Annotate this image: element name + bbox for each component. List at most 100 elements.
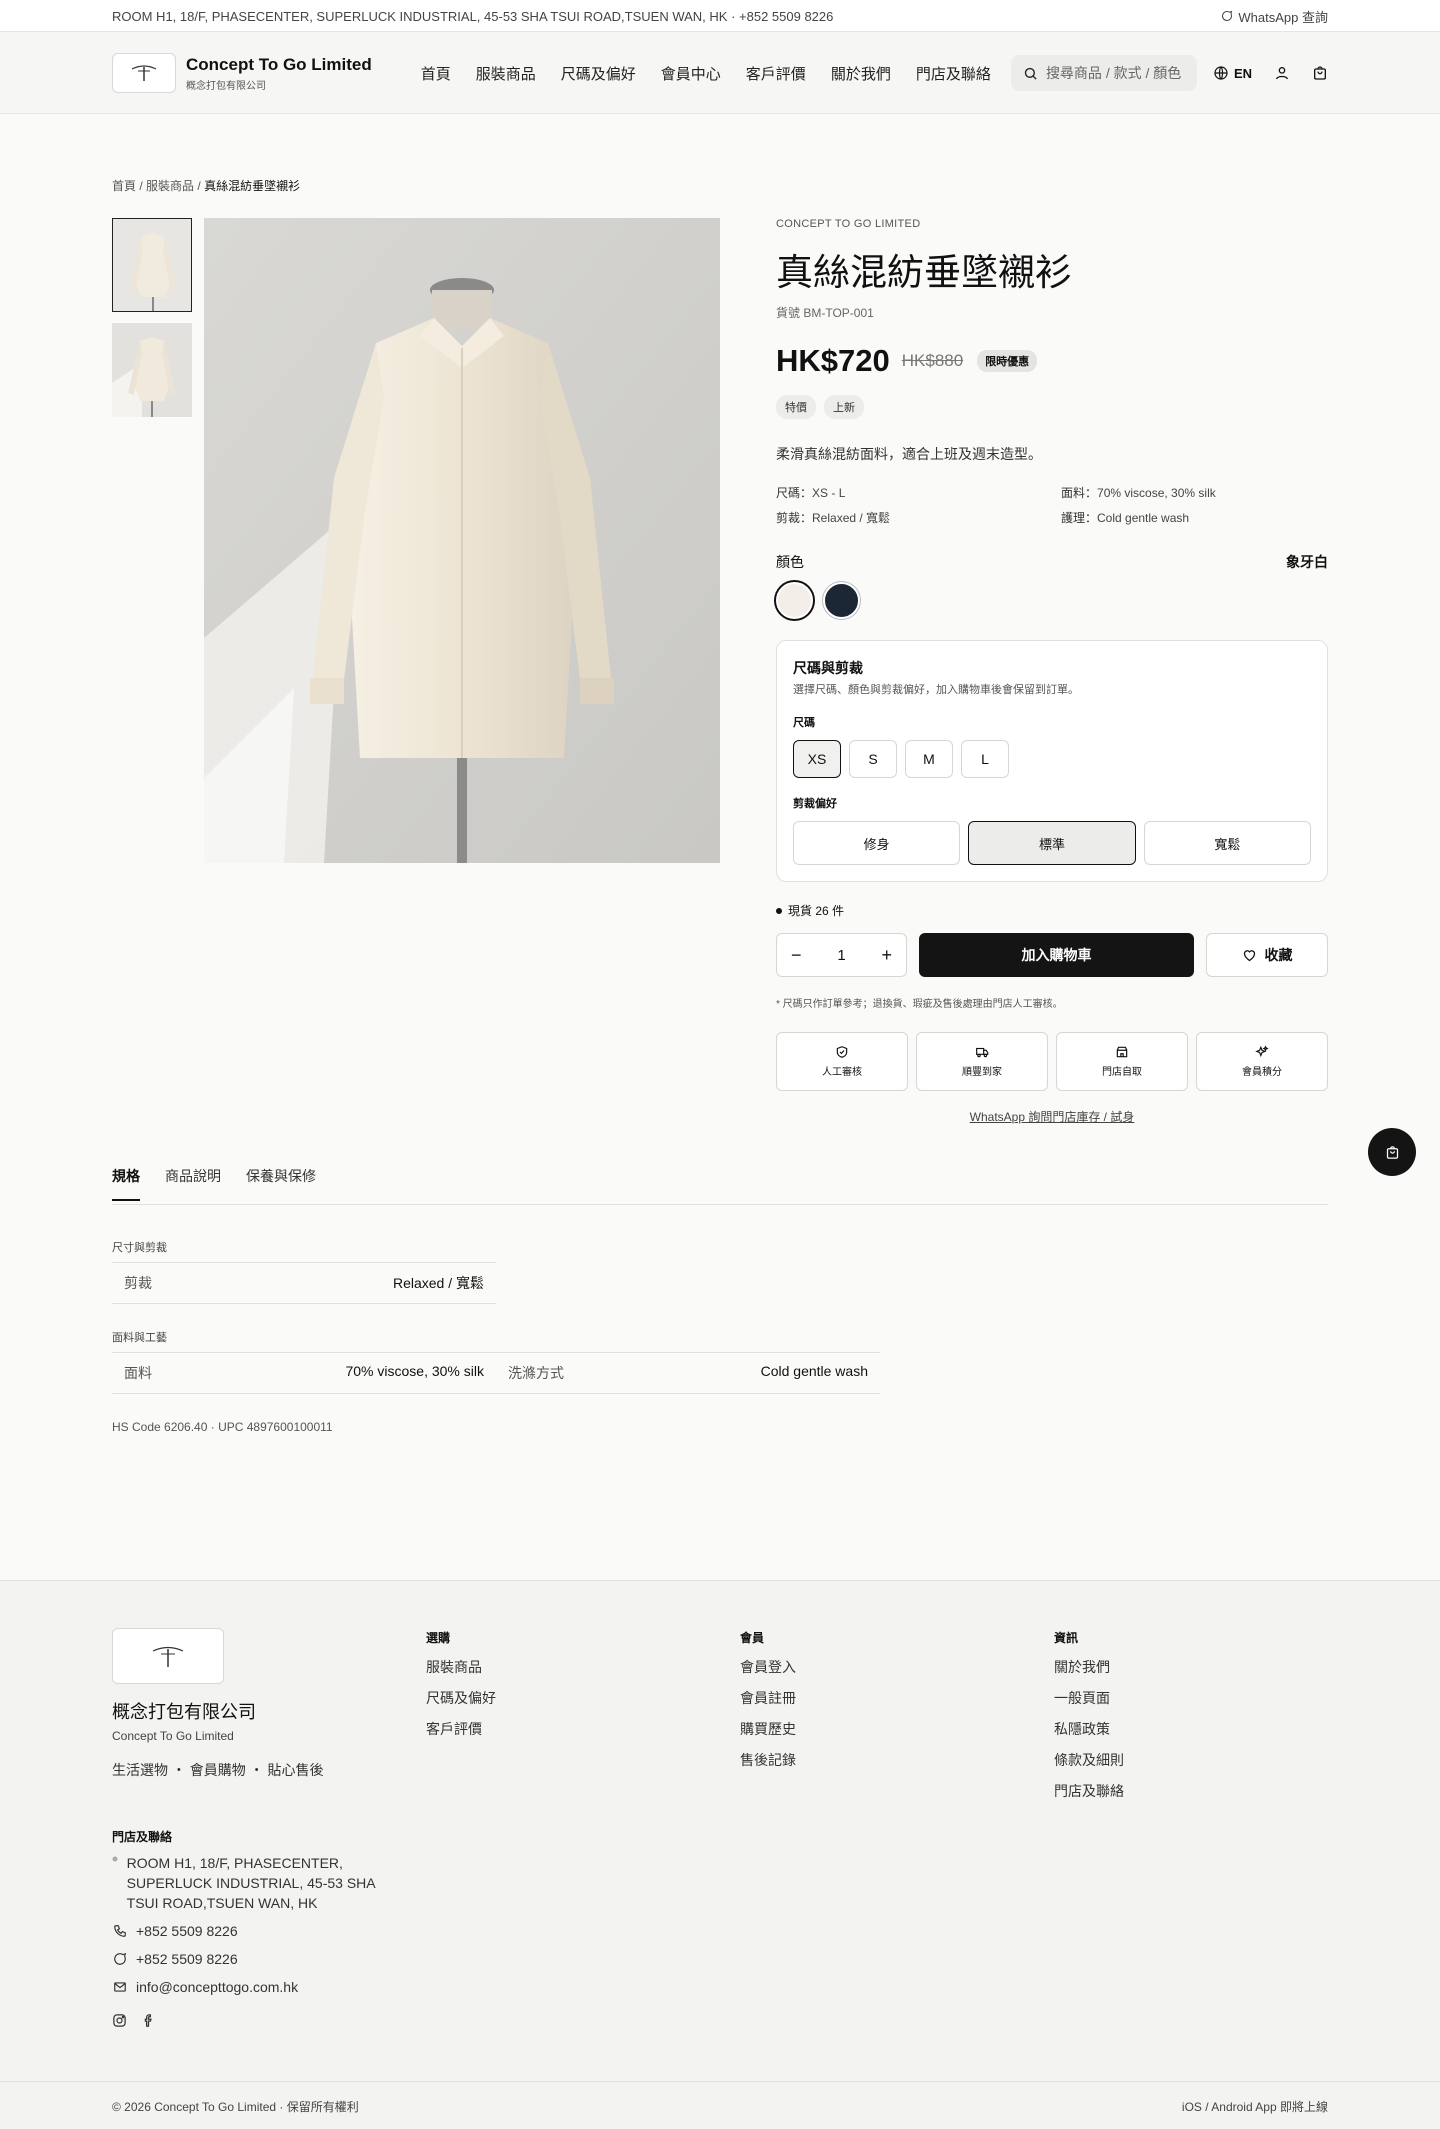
thumbnail-2[interactable] [112,323,192,417]
floating-cart-button[interactable] [1368,1128,1416,1176]
nav-products[interactable]: 服裝商品 [476,63,536,84]
feature-pickup[interactable]: 門店自取 [1056,1032,1188,1091]
spec-fit: 剪裁：Relaxed / 寬鬆 [776,511,891,525]
footer-link[interactable]: 服裝商品 [426,1657,496,1677]
feature-manual-review[interactable]: 人工審核 [776,1032,908,1091]
product-description: 柔滑真絲混紡面料，適合上班及週末造型。 [776,446,1042,462]
tab-description[interactable]: 商品說明 [165,1166,221,1204]
fit-label: 剪裁偏好 [793,798,837,810]
contact-email[interactable]: info@concepttogo.com.hk [112,1977,402,1997]
blouse-photo [204,218,720,863]
stock-status: 現貨 26 件 [776,902,1328,919]
facebook-icon[interactable] [141,2013,156,2028]
phone-icon [114,1925,126,1937]
tab-specs[interactable]: 規格 [112,1166,140,1204]
size-xs-button[interactable]: XS [793,740,841,778]
quantity-stepper: − 1 + [776,933,907,977]
fit-slim-button[interactable]: 修身 [793,821,961,865]
search-input[interactable]: 搜尋商品 / 款式 / 顏色 [1010,55,1197,91]
footer-link[interactable]: 關於我們 [1054,1657,1124,1677]
footer-link[interactable]: 購買歷史 [740,1719,796,1739]
app-note: iOS / Android App 即將上線 [1181,2099,1328,2114]
logo[interactable] [112,53,176,93]
fit-relaxed-button[interactable]: 寬鬆 [1143,821,1311,865]
color-header: 顏色 象牙白 [776,552,1328,572]
spec-care: 護理：Cold gentle wash [1061,511,1190,525]
footer-link[interactable]: 售後記錄 [740,1750,796,1770]
swatch-navy[interactable] [823,582,860,619]
spec-value: Relaxed / 寬鬆 [392,1275,484,1291]
nav-member[interactable]: 會員中心 [661,63,721,84]
footer-link[interactable]: 會員登入 [740,1657,796,1677]
footer-link[interactable]: 條款及細則 [1054,1750,1124,1770]
social-links [112,2013,402,2028]
search-icon [1024,67,1037,80]
spec-size: 尺碼：XS - L [776,486,846,500]
instagram-icon[interactable] [112,2013,127,2028]
detail-tabs: 規格 商品說明 保養與保修 [112,1166,1328,1205]
qty-increase-button[interactable]: + [881,945,892,966]
footer-link[interactable]: 會員註冊 [740,1688,796,1708]
favorite-button[interactable]: 收藏 [1206,933,1328,977]
globe-icon [1214,66,1228,80]
nav-sizes[interactable]: 尺碼及偏好 [561,63,636,84]
footer-link[interactable]: 門店及聯絡 [1054,1781,1124,1801]
chat-icon [1222,10,1233,21]
size-s-button[interactable]: S [849,740,897,778]
whatsapp-text: +852 5509 8226 [136,1951,238,1967]
cart-button[interactable] [1312,65,1328,81]
tab-care[interactable]: 保養與保修 [246,1166,316,1204]
footer-link[interactable]: 客戶評價 [426,1719,496,1739]
language-switch[interactable]: EN [1213,65,1252,81]
heart-icon [1243,949,1255,961]
favorite-label: 收藏 [1264,947,1293,963]
product-main-image[interactable] [204,218,720,863]
feature-points[interactable]: 會員積分 [1196,1032,1328,1091]
qty-value[interactable]: 1 [837,947,845,964]
footer-link[interactable]: 私隱政策 [1054,1719,1124,1739]
product-title: 真絲混紡垂墜襯衫 [776,251,1072,294]
spec-key: 洗滌方式 [508,1365,564,1381]
footer-link[interactable]: 尺碼及偏好 [426,1688,496,1708]
language-label: EN [1233,65,1252,81]
fit-standard-button[interactable]: 標準 [968,821,1136,865]
add-to-cart-button[interactable]: 加入購物車 [919,933,1194,977]
current-price: HK$720 [776,343,890,378]
footer-logo[interactable] [112,1628,224,1684]
feature-delivery[interactable]: 順豐到家 [916,1032,1048,1091]
search-placeholder: 搜尋商品 / 款式 / 顏色 [1045,65,1182,81]
thumbnail-1[interactable] [112,218,192,312]
size-l-button[interactable]: L [961,740,1009,778]
breadcrumb-category[interactable]: 服裝商品 [146,179,194,193]
qty-decrease-button[interactable]: − [791,945,802,966]
contact-title: 門店及聯絡 [112,1830,173,1844]
nav-store[interactable]: 門店及聯絡 [916,63,991,84]
shopping-bag-icon [1314,66,1326,80]
nav-reviews[interactable]: 客戶評價 [746,63,806,84]
contact-whatsapp[interactable]: +852 5509 8226 [112,1949,402,1969]
footer-link[interactable]: 一般頁面 [1054,1688,1124,1708]
feature-label: 會員積分 [1242,1067,1282,1078]
footer-col-info: 資訊 關於我們 一般頁面 私隱政策 條款及細則 門店及聯絡 [1054,1629,1124,1801]
nav-about[interactable]: 關於我們 [831,63,891,84]
spec-fabric: 面料：70% viscose, 30% silk [1061,486,1216,500]
color-swatches [776,582,1328,619]
nav-home[interactable]: 首頁 [421,63,451,84]
whatsapp-inquiry-link[interactable]: WhatsApp 詢問門店庫存 / 試身 [776,1108,1328,1125]
footer-name-zh: 概念打包有限公司 [112,1702,256,1723]
swatch-ivory[interactable] [776,582,813,619]
account-button[interactable] [1274,65,1290,81]
spec-key: 面料 [124,1365,152,1381]
whatsapp-link[interactable]: WhatsApp 查詢 [1221,7,1328,26]
size-m-button[interactable]: M [905,740,953,778]
brand[interactable]: Concept To Go Limited 概念打包有限公司 [186,55,372,92]
selected-color: 象牙白 [1286,554,1328,570]
price-row: HK$720 HK$880 限時優惠 [776,343,1328,379]
contact-phone[interactable]: +852 5509 8226 [112,1921,402,1941]
section-fabric: 面料與工藝 [112,1332,167,1344]
stock-label: 現貨 26 件 [788,904,845,918]
footer-col-title: 選購 [426,1631,451,1645]
breadcrumb-home[interactable]: 首頁 [112,179,136,193]
footer-brand: 概念打包有限公司 Concept To Go Limited 生活選物 ・ 會員… [112,1628,324,1780]
footer-col-title: 會員 [740,1631,765,1645]
